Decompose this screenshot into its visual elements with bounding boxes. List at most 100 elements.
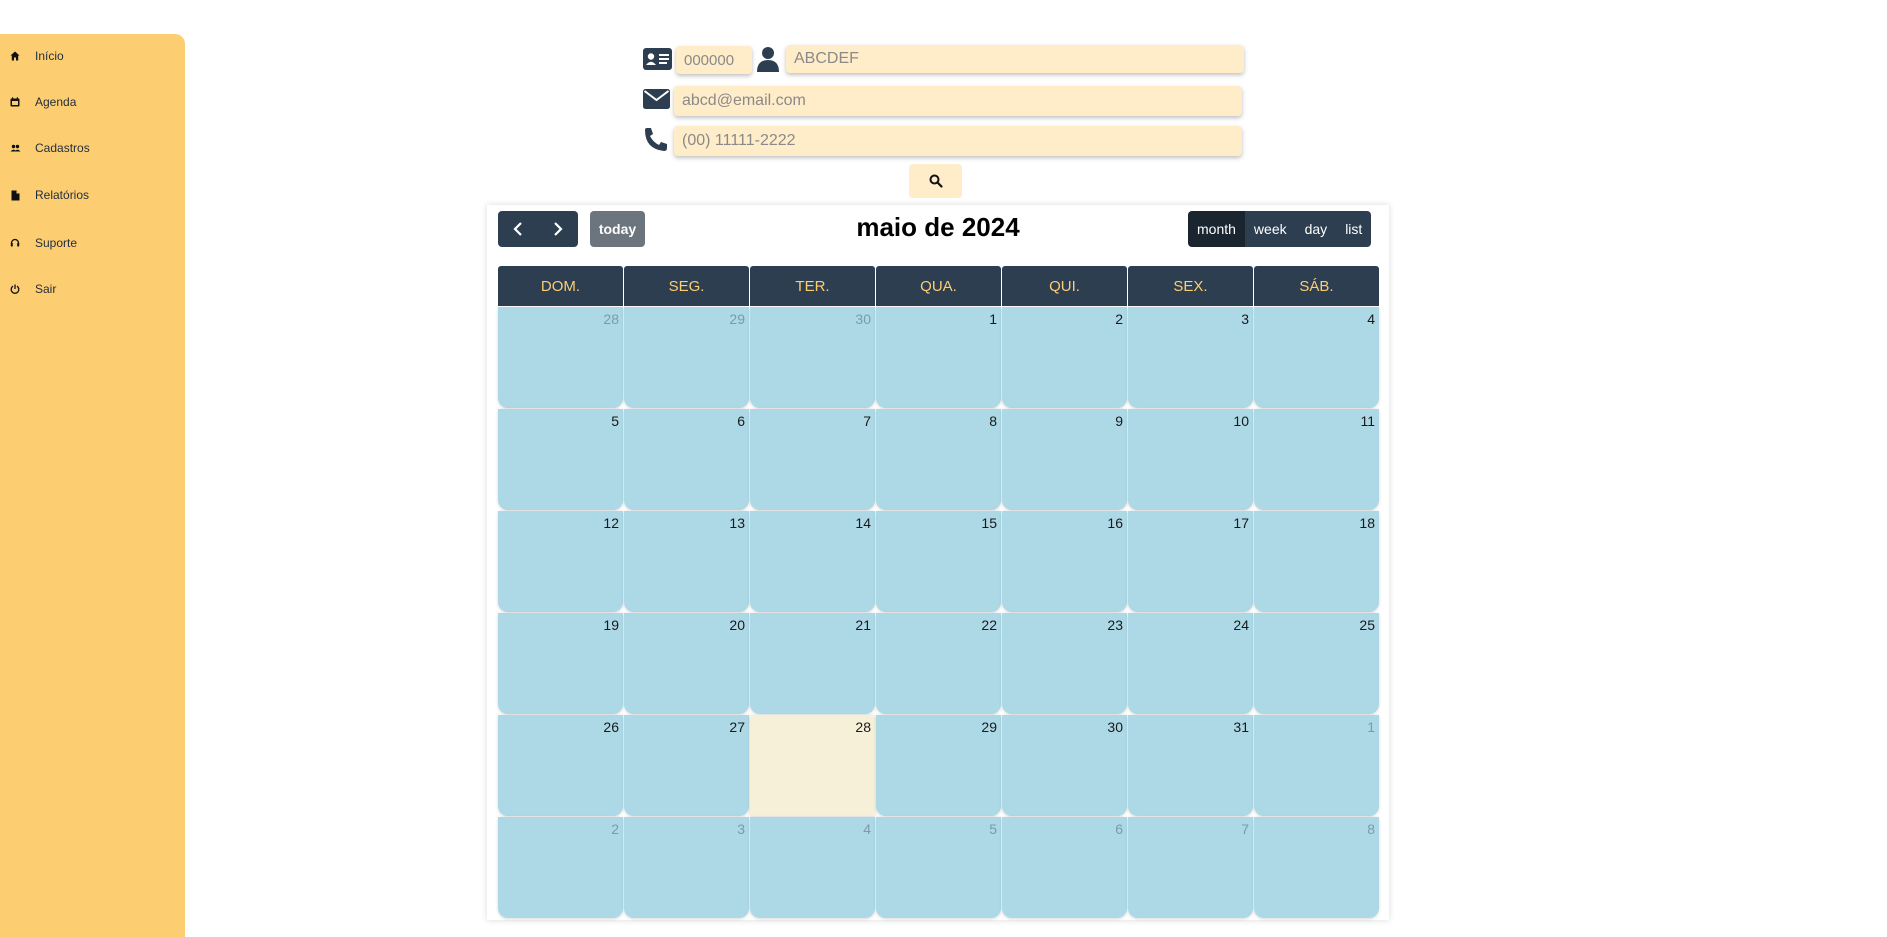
day-number[interactable]: 6: [737, 413, 745, 429]
prev-button[interactable]: [498, 211, 538, 247]
day-cell[interactable]: 29: [876, 715, 1001, 816]
view-week-button[interactable]: week: [1244, 211, 1296, 247]
id-field[interactable]: [676, 46, 752, 74]
day-cell[interactable]: 2: [1002, 307, 1127, 408]
day-cell[interactable]: 2: [498, 817, 623, 918]
sidebar-item-agenda[interactable]: Agenda: [0, 87, 185, 117]
day-number[interactable]: 10: [1233, 413, 1249, 429]
day-cell[interactable]: 15: [876, 511, 1001, 612]
day-number[interactable]: 7: [863, 413, 871, 429]
search-button[interactable]: [909, 164, 962, 198]
sidebar-item-relatorios[interactable]: Relatórios: [0, 180, 185, 210]
day-cell[interactable]: 14: [750, 511, 875, 612]
day-number[interactable]: 25: [1359, 617, 1375, 633]
day-number[interactable]: 3: [1241, 311, 1249, 327]
view-day-button[interactable]: day: [1295, 211, 1337, 247]
phone-field[interactable]: [674, 126, 1242, 156]
sidebar-item-sair[interactable]: Sair: [0, 274, 185, 304]
day-cell[interactable]: 19: [498, 613, 623, 714]
day-number[interactable]: 1: [989, 311, 997, 327]
day-cell[interactable]: 8: [876, 409, 1001, 510]
day-cell[interactable]: 1: [876, 307, 1001, 408]
day-cell[interactable]: 12: [498, 511, 623, 612]
day-cell[interactable]: 31: [1128, 715, 1253, 816]
day-cell[interactable]: 6: [1002, 817, 1127, 918]
day-cell[interactable]: 4: [1254, 307, 1379, 408]
day-number[interactable]: 2: [1115, 311, 1123, 327]
day-number[interactable]: 12: [603, 515, 619, 531]
next-button[interactable]: [538, 211, 578, 247]
day-number[interactable]: 5: [611, 413, 619, 429]
day-cell[interactable]: 1: [1254, 715, 1379, 816]
day-cell[interactable]: 21: [750, 613, 875, 714]
day-cell-today[interactable]: 28: [750, 715, 875, 816]
day-cell[interactable]: 27: [624, 715, 749, 816]
view-list-button[interactable]: list: [1336, 211, 1372, 247]
day-number[interactable]: 7: [1241, 821, 1249, 837]
day-number[interactable]: 31: [1233, 719, 1249, 735]
day-cell[interactable]: 3: [624, 817, 749, 918]
day-number[interactable]: 26: [603, 719, 619, 735]
day-cell[interactable]: 8: [1254, 817, 1379, 918]
day-number[interactable]: 3: [737, 821, 745, 837]
day-number[interactable]: 1: [1367, 719, 1375, 735]
day-number[interactable]: 8: [1367, 821, 1375, 837]
day-number[interactable]: 28: [855, 719, 871, 735]
day-cell[interactable]: 10: [1128, 409, 1253, 510]
day-cell[interactable]: 30: [750, 307, 875, 408]
day-cell[interactable]: 24: [1128, 613, 1253, 714]
day-cell[interactable]: 9: [1002, 409, 1127, 510]
day-number[interactable]: 23: [1107, 617, 1123, 633]
day-cell[interactable]: 23: [1002, 613, 1127, 714]
day-cell[interactable]: 22: [876, 613, 1001, 714]
name-field[interactable]: [786, 45, 1244, 73]
day-number[interactable]: 4: [1367, 311, 1375, 327]
day-cell[interactable]: 20: [624, 613, 749, 714]
day-number[interactable]: 15: [981, 515, 997, 531]
view-month-button[interactable]: month: [1188, 211, 1245, 247]
day-number[interactable]: 11: [1360, 413, 1375, 429]
day-cell[interactable]: 25: [1254, 613, 1379, 714]
day-number[interactable]: 14: [855, 515, 871, 531]
day-number[interactable]: 8: [989, 413, 997, 429]
day-number[interactable]: 17: [1233, 515, 1249, 531]
day-number[interactable]: 28: [603, 311, 619, 327]
day-cell[interactable]: 18: [1254, 511, 1379, 612]
day-cell[interactable]: 5: [876, 817, 1001, 918]
day-cell[interactable]: 6: [624, 409, 749, 510]
day-number[interactable]: 20: [729, 617, 745, 633]
day-number[interactable]: 24: [1233, 617, 1249, 633]
day-number[interactable]: 29: [729, 311, 745, 327]
sidebar-item-inicio[interactable]: Início: [0, 41, 185, 71]
day-number[interactable]: 21: [855, 617, 871, 633]
day-number[interactable]: 4: [863, 821, 871, 837]
day-number[interactable]: 16: [1107, 515, 1123, 531]
day-cell[interactable]: 28: [498, 307, 623, 408]
day-number[interactable]: 5: [989, 821, 997, 837]
day-number[interactable]: 13: [729, 515, 745, 531]
day-cell[interactable]: 7: [1128, 817, 1253, 918]
sidebar-item-suporte[interactable]: Suporte: [0, 228, 185, 258]
day-number[interactable]: 9: [1115, 413, 1123, 429]
day-number[interactable]: 2: [611, 821, 619, 837]
day-number[interactable]: 6: [1115, 821, 1123, 837]
day-number[interactable]: 27: [729, 719, 745, 735]
day-cell[interactable]: 3: [1128, 307, 1253, 408]
email-field[interactable]: [674, 86, 1242, 116]
day-number[interactable]: 22: [981, 617, 997, 633]
sidebar-item-cadastros[interactable]: Cadastros: [0, 133, 185, 163]
day-number[interactable]: 19: [603, 617, 619, 633]
day-cell[interactable]: 26: [498, 715, 623, 816]
day-cell[interactable]: 30: [1002, 715, 1127, 816]
day-cell[interactable]: 7: [750, 409, 875, 510]
day-cell[interactable]: 29: [624, 307, 749, 408]
day-cell[interactable]: 16: [1002, 511, 1127, 612]
today-button[interactable]: today: [590, 211, 645, 247]
day-cell[interactable]: 4: [750, 817, 875, 918]
day-cell[interactable]: 5: [498, 409, 623, 510]
day-number[interactable]: 30: [1107, 719, 1123, 735]
day-number[interactable]: 29: [981, 719, 997, 735]
day-cell[interactable]: 13: [624, 511, 749, 612]
day-cell[interactable]: 11: [1254, 409, 1379, 510]
day-cell[interactable]: 17: [1128, 511, 1253, 612]
